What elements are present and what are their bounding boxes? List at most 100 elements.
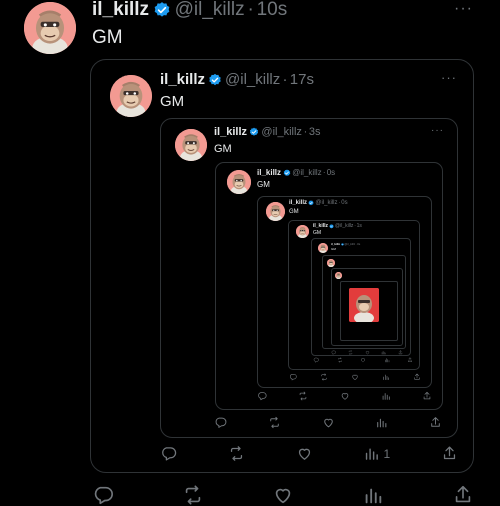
share-button[interactable] (398, 350, 403, 355)
share-button[interactable] (452, 484, 474, 506)
timestamp[interactable]: 0s (341, 200, 347, 206)
avatar[interactable] (327, 259, 335, 267)
handle[interactable]: @il_killz (315, 200, 337, 206)
action-bar (257, 391, 432, 401)
handle[interactable]: @il_killz (335, 223, 353, 229)
views-button[interactable] (384, 357, 390, 363)
avatar[interactable] (296, 225, 309, 238)
retweet-button[interactable] (228, 445, 245, 462)
like-button[interactable] (351, 373, 359, 381)
display-name[interactable]: il_killz (331, 242, 340, 246)
tweet-header: il_killz @il_killz · 0s (257, 168, 335, 177)
retweet-button[interactable] (320, 373, 328, 381)
more-options-icon[interactable]: ··· (431, 125, 444, 136)
like-button[interactable] (272, 484, 294, 506)
like-button[interactable] (365, 350, 370, 355)
views-icon (381, 350, 386, 355)
action-bar (331, 350, 403, 355)
verified-badge-icon (153, 1, 171, 19)
display-name[interactable]: il_killz (313, 223, 328, 229)
reply-button[interactable] (92, 484, 114, 506)
timestamp[interactable]: 3s (309, 126, 321, 138)
verified-badge-icon (341, 243, 344, 246)
reply-button[interactable] (214, 416, 227, 429)
share-icon (422, 391, 432, 401)
views-button[interactable] (381, 350, 386, 355)
views-count: 1 (383, 447, 390, 461)
reply-button[interactable] (331, 350, 336, 355)
avatar[interactable] (335, 272, 342, 279)
share-icon (452, 484, 474, 506)
display-name[interactable]: il_killz (257, 168, 281, 177)
display-name[interactable]: il_killz (289, 200, 307, 206)
share-button[interactable] (407, 357, 413, 363)
handle[interactable]: @il_killz (344, 242, 355, 246)
avatar[interactable] (175, 129, 207, 161)
like-button[interactable] (322, 416, 335, 429)
timestamp[interactable]: 0s (327, 168, 335, 177)
like-button[interactable] (340, 391, 350, 401)
views-button[interactable] (362, 484, 384, 506)
recursive-screenshot-image (349, 288, 379, 322)
tweet-header: il_killz @il_killz · 1s (313, 223, 362, 229)
retweet-icon (228, 445, 245, 462)
views-button[interactable]: 1 (363, 445, 390, 462)
reply-button[interactable] (313, 357, 319, 363)
reply-button[interactable] (160, 445, 177, 462)
retweet-button[interactable] (182, 484, 204, 506)
avatar[interactable] (227, 170, 251, 194)
reply-button[interactable] (289, 373, 297, 381)
more-options-icon[interactable]: ··· (454, 0, 473, 18)
views-button[interactable] (381, 391, 391, 401)
tweet-text: GM (313, 230, 321, 236)
display-name[interactable]: il_killz (214, 126, 247, 138)
share-button[interactable] (413, 373, 421, 381)
quoted-tweet-level-7[interactable] (322, 255, 406, 349)
share-button[interactable] (422, 391, 432, 401)
timestamp[interactable]: 1s (357, 223, 362, 229)
reply-icon (289, 373, 297, 381)
timestamp[interactable]: 0s (357, 242, 360, 246)
reply-icon (160, 445, 177, 462)
share-button[interactable] (429, 416, 442, 429)
tweet-header: il_killz @il_killz · 0s (331, 242, 360, 246)
separator: · (354, 223, 356, 229)
timestamp[interactable]: 10s (257, 0, 288, 21)
avatar[interactable] (24, 2, 76, 54)
quoted-tweet-level-6[interactable]: il_killz @il_killz · 0s GM (311, 238, 411, 356)
like-button[interactable] (296, 445, 313, 462)
handle[interactable]: @il_killz (261, 126, 302, 138)
verified-badge-icon (249, 127, 259, 137)
views-button[interactable] (382, 373, 390, 381)
avatar[interactable] (266, 202, 285, 221)
verified-badge-icon (308, 200, 314, 206)
separator: · (304, 126, 308, 138)
tweet-header: il_killz @il_killz · 3s (214, 126, 321, 138)
avatar[interactable] (318, 243, 328, 253)
views-button[interactable] (375, 416, 388, 429)
separator: · (323, 168, 326, 177)
handle[interactable]: @il_killz (175, 0, 245, 21)
display-name[interactable]: il_killz (160, 71, 205, 88)
handle[interactable]: @il_killz (292, 168, 321, 177)
tweet-header: il_killz @il_killz · 10s (92, 0, 287, 21)
reply-button[interactable] (257, 391, 267, 401)
display-name[interactable]: il_killz (92, 0, 149, 21)
views-icon (375, 416, 388, 429)
quoted-tweet-level-9[interactable] (340, 281, 398, 341)
quoted-tweet-level-8[interactable] (331, 268, 403, 346)
reply-icon (92, 484, 114, 506)
retweet-button[interactable] (298, 391, 308, 401)
like-button[interactable] (360, 357, 366, 363)
retweet-button[interactable] (337, 357, 343, 363)
retweet-icon (298, 391, 308, 401)
retweet-button[interactable] (268, 416, 281, 429)
tweet-header: il_killz @il_killz · 0s (289, 200, 348, 206)
more-options-icon[interactable]: ··· (441, 70, 457, 85)
heart-icon (340, 391, 350, 401)
avatar[interactable] (110, 75, 152, 117)
share-button[interactable] (441, 445, 458, 462)
timestamp[interactable]: 17s (290, 71, 314, 88)
retweet-button[interactable] (348, 350, 353, 355)
handle[interactable]: @il_killz (225, 71, 280, 88)
